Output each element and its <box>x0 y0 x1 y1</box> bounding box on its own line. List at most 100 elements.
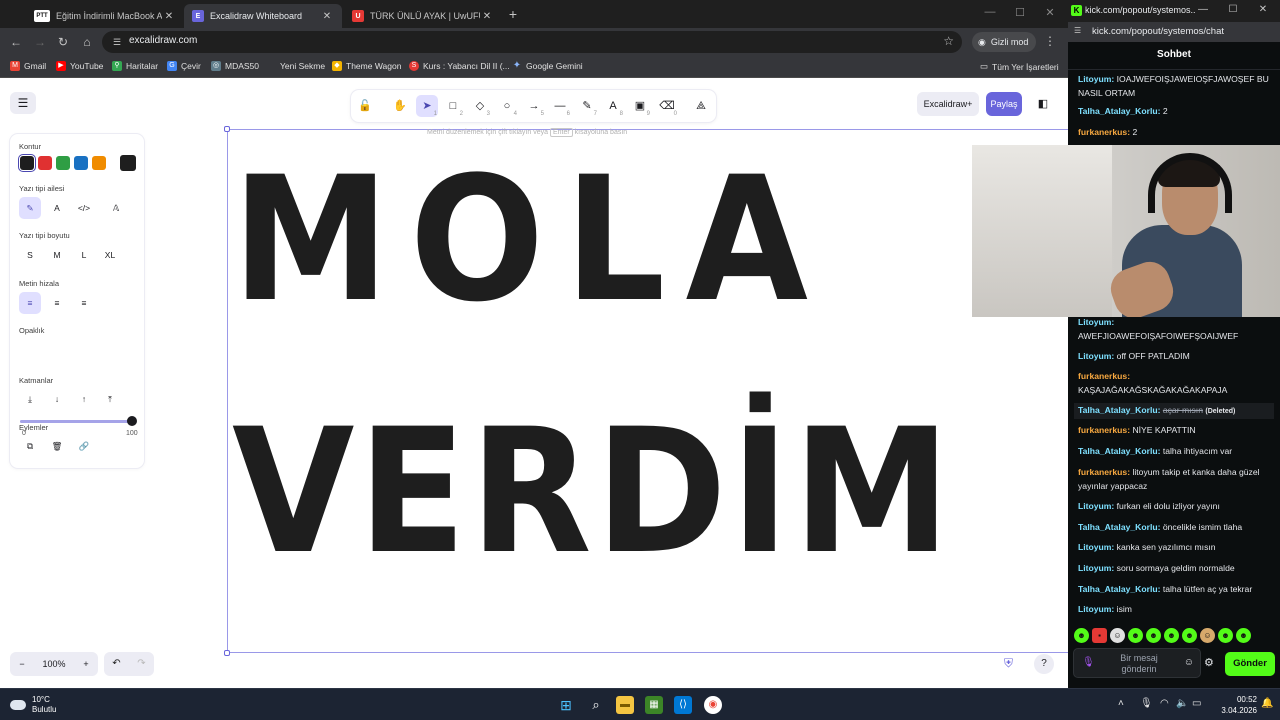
send-button[interactable]: Gönder <box>1225 652 1275 676</box>
emote-icon[interactable]: ☻ <box>1074 628 1089 643</box>
emote-icon[interactable]: ☺ <box>1200 628 1215 643</box>
chat-username[interactable]: furkanerkus: <box>1078 127 1130 137</box>
file-explorer-icon[interactable]: ▬ <box>616 696 634 714</box>
emote-icon[interactable]: ☻ <box>1128 628 1143 643</box>
delete-icon[interactable]: 🗑 <box>46 435 68 457</box>
bookmark-maps[interactable]: ⚲ Haritalar <box>112 61 158 71</box>
tab-excalidraw[interactable]: E Excalidraw Whiteboard ✕ <box>184 4 342 28</box>
font-size-m[interactable]: M <box>46 244 68 266</box>
undo-icon[interactable]: ↶ <box>104 652 129 676</box>
new-tab-icon[interactable]: + <box>505 6 521 22</box>
emote-icon[interactable]: ☻ <box>1164 628 1179 643</box>
site-info-icon[interactable]: ☰ <box>111 36 123 48</box>
align-center-icon[interactable]: ≡ <box>46 292 68 314</box>
font-size-s[interactable]: S <box>19 244 41 266</box>
chat-username[interactable]: Litoyum: <box>1078 604 1114 614</box>
microphone-icon[interactable]: 🎙 <box>1140 698 1153 709</box>
volume-icon[interactable]: 🔈 <box>1176 698 1188 709</box>
send-backward-icon[interactable]: ↓ <box>46 388 68 410</box>
close-icon[interactable]: ✕ <box>320 11 334 22</box>
omnibox[interactable]: ☰ excalidraw.com ☆ <box>102 31 962 53</box>
send-to-back-icon[interactable]: ⤓ <box>19 388 41 410</box>
emote-icon[interactable]: ▪ <box>1092 628 1107 643</box>
chat-username[interactable]: Talha_Atalay_Korlu: <box>1078 106 1160 116</box>
text-icon[interactable]: A8 <box>602 95 624 117</box>
canvas-text-line2[interactable]: VERDİM <box>232 402 954 582</box>
link-icon[interactable]: 🔗 <box>73 435 95 457</box>
help-icon[interactable]: ? <box>1034 654 1054 674</box>
chat-username[interactable]: Litoyum: <box>1078 501 1114 511</box>
excalidraw-plus-button[interactable]: Excalidraw+ <box>917 92 979 116</box>
font-code-icon[interactable]: </> <box>73 197 95 219</box>
redo-icon[interactable]: ↷ <box>129 652 154 676</box>
forward-icon[interactable]: → <box>32 34 48 50</box>
resize-handle[interactable] <box>224 126 230 132</box>
tab-uwufufu[interactable]: U TÜRK ÜNLÜ AYAK | UwUFUFU ✕ <box>344 4 502 28</box>
swatch-orange[interactable] <box>92 156 106 170</box>
shapes-more-icon[interactable]: ⟁ <box>690 95 712 117</box>
clock[interactable]: 00:52 3.04.2026 <box>1215 694 1257 716</box>
share-button[interactable]: Paylaş <box>986 92 1022 116</box>
bookmark-gemini[interactable]: ✦ Google Gemini <box>512 61 583 72</box>
chevron-up-icon[interactable]: ˄ <box>1118 698 1124 709</box>
chat-username[interactable]: Talha_Atalay_Korlu: <box>1078 522 1160 532</box>
image-icon[interactable]: ▣ 9 <box>629 95 651 117</box>
emote-icon[interactable]: ☻ <box>1236 628 1251 643</box>
swatch-green[interactable] <box>56 156 70 170</box>
chat-username[interactable]: Litoyum: <box>1078 317 1114 327</box>
emote-icon[interactable]: ☻ <box>1218 628 1233 643</box>
lock-icon[interactable]: 🔓 <box>354 95 376 117</box>
zoom-level[interactable]: 100% <box>34 652 74 676</box>
chat-username[interactable]: Talha_Atalay_Korlu: <box>1078 584 1160 594</box>
zoom-out-icon[interactable]: − <box>10 652 34 676</box>
maximize-icon[interactable]: ☐ <box>1226 4 1240 15</box>
canvas-text-line1[interactable]: MOLA <box>232 150 828 330</box>
tab-macbook[interactable]: PTT Eğitim İndirimli MacBook Air M ✕ <box>26 4 184 28</box>
bookmark-theme-wagon[interactable]: ◆ Theme Wagon <box>332 61 401 71</box>
bookmark-star-icon[interactable]: ☆ <box>943 34 954 48</box>
chat-username[interactable]: Talha_Atalay_Korlu: <box>1078 405 1160 415</box>
duplicate-icon[interactable]: ⧉ <box>19 435 41 457</box>
bring-forward-icon[interactable]: ↑ <box>73 388 95 410</box>
font-size-l[interactable]: L <box>73 244 95 266</box>
align-right-icon[interactable]: ≡ <box>73 292 95 314</box>
chat-username[interactable]: furkanerkus: <box>1078 371 1130 381</box>
close-icon[interactable]: ✕ <box>480 11 494 22</box>
gear-icon[interactable]: ⚙ <box>1204 656 1214 669</box>
swatch-red[interactable] <box>38 156 52 170</box>
bring-to-front-icon[interactable]: ⤒ <box>99 388 121 410</box>
diamond-icon[interactable]: ◇ 3 <box>469 95 491 117</box>
ellipse-icon[interactable]: ○ 4 <box>496 95 518 117</box>
more-vert-icon[interactable]: ⋮ <box>1044 34 1056 48</box>
select-arrow-icon[interactable]: ➤ 1 <box>416 95 438 117</box>
minecraft-icon[interactable]: ▦ <box>645 696 663 714</box>
bookmark-youtube[interactable]: ▶ YouTube <box>56 61 103 71</box>
zoom-in-icon[interactable]: + <box>74 652 98 676</box>
all-bookmarks[interactable]: ▭ Tüm Yer İşaretleri <box>980 61 1059 72</box>
rectangle-icon[interactable]: □ 2 <box>442 95 464 117</box>
maximize-icon[interactable]: ☐ <box>1012 6 1028 19</box>
chat-username[interactable]: furkanerkus: <box>1078 425 1130 435</box>
chat-username[interactable]: Litoyum: <box>1078 563 1114 573</box>
wifi-icon[interactable]: ◠ <box>1160 698 1169 709</box>
search-icon[interactable]: ⌕ <box>587 696 605 714</box>
site-info-icon[interactable]: ☰ <box>1074 26 1081 35</box>
close-window-icon[interactable]: ✕ <box>1256 4 1270 15</box>
home-icon[interactable]: ⌂ <box>79 34 95 50</box>
chat-username[interactable]: furkanerkus: <box>1078 467 1130 477</box>
font-more-icon[interactable]: 𝔸 <box>105 197 127 219</box>
main-menu-icon[interactable]: ☰ <box>10 92 36 114</box>
chat-username[interactable]: Litoyum: <box>1078 74 1114 84</box>
shield-icon[interactable]: ⛨ <box>1004 656 1013 671</box>
kick-url-text[interactable]: kick.com/popout/systemos/chat <box>1092 26 1224 37</box>
sidebar-toggle-icon[interactable]: ◧ <box>1030 92 1056 116</box>
swatch-black[interactable] <box>18 154 36 172</box>
weather-widget[interactable]: 10°C Bulutlu <box>10 695 56 715</box>
resize-handle[interactable] <box>224 650 230 656</box>
current-color-swatch[interactable] <box>120 155 136 171</box>
opacity-thumb[interactable] <box>127 416 137 426</box>
emote-icon[interactable]: ☻ <box>1182 628 1197 643</box>
battery-icon[interactable]: ▭ <box>1192 698 1201 709</box>
bookmark-new-tab[interactable]: Yeni Sekme <box>266 61 325 71</box>
eraser-icon[interactable]: ⌫ 0 <box>656 95 678 117</box>
